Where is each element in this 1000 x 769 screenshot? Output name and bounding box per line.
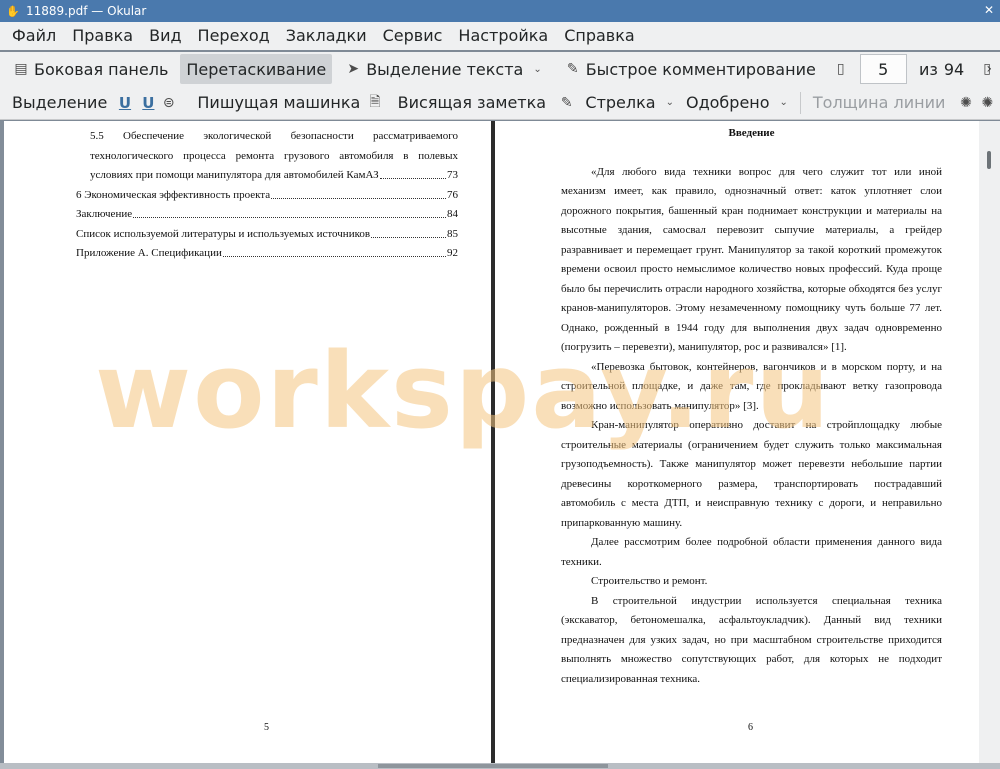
main-toolbar: ▤ Боковая панель Перетаскивание ➤ Выделе… bbox=[0, 52, 1000, 86]
quick-comment-label: Быстрое комментирование bbox=[585, 59, 816, 79]
document-view[interactable]: 5.5 Обеспечение экологической безопаснос… bbox=[0, 121, 1000, 769]
sidebar-icon: ▤ bbox=[14, 61, 28, 77]
line-width-label: Толщина линии bbox=[812, 93, 946, 112]
chevron-down-icon[interactable]: ⌄ bbox=[666, 97, 674, 108]
horizontal-scroll-indicator[interactable] bbox=[378, 764, 608, 768]
toc-entry: Список используемой литературы и использ… bbox=[76, 225, 458, 245]
drag-mode-label: Перетаскивание bbox=[186, 59, 327, 79]
drag-mode-button[interactable]: Перетаскивание bbox=[180, 54, 333, 84]
menu-view[interactable]: Вид bbox=[141, 22, 189, 50]
arrow-label: Стрелка bbox=[585, 93, 656, 112]
toc-entry: Приложение А. Спецификации 92 bbox=[76, 244, 458, 264]
sticky-note-button[interactable]: Висящая заметка bbox=[392, 88, 552, 118]
sticky-note-label: Висящая заметка bbox=[397, 93, 547, 112]
menu-go[interactable]: Переход bbox=[190, 22, 278, 50]
menu-bookmarks[interactable]: Закладки bbox=[278, 22, 375, 50]
page-6: Введение «Для любого вида техники вопрос… bbox=[495, 121, 979, 763]
okular-app-icon: ✋ bbox=[6, 4, 20, 18]
window-controls: ✕ bbox=[984, 3, 994, 17]
window-title: 11889.pdf — Okular bbox=[26, 4, 147, 18]
toc-leader bbox=[222, 244, 446, 257]
menu-settings[interactable]: Настройка bbox=[450, 22, 556, 50]
page-total: 94 bbox=[943, 59, 965, 79]
menu-file[interactable]: Файл bbox=[4, 22, 64, 50]
menu-bar: Файл Правка Вид Переход Закладки Сервис … bbox=[0, 22, 1000, 50]
chevron-right-icon[interactable]: › bbox=[986, 61, 992, 77]
sidebar-label: Боковая панель bbox=[34, 59, 169, 79]
highlight-label: Выделение bbox=[12, 93, 108, 112]
toc-entry: технологического процесса ремонта грузов… bbox=[90, 149, 458, 162]
text-select-label: Выделение текста bbox=[366, 59, 524, 79]
typewriter-label: Пишущая машинка bbox=[197, 93, 361, 112]
previous-page-icon[interactable]: ▯ bbox=[832, 60, 850, 78]
toc-entry: условиях при помощи манипулятора для авт… bbox=[76, 166, 458, 186]
paragraph: Строительство и ремонт. bbox=[591, 575, 708, 587]
color-palette-icon[interactable]: ✺ bbox=[957, 94, 974, 112]
text-select-button[interactable]: ➤ Выделение текста ⌄ bbox=[338, 54, 548, 84]
cursor-arrow-icon: ➤ bbox=[347, 61, 360, 77]
menu-help[interactable]: Справка bbox=[556, 22, 643, 50]
paragraph: «Перевозка бытовок, контейнеров, вагончи… bbox=[561, 360, 942, 412]
page-number-input[interactable]: 5 bbox=[859, 54, 907, 84]
stamp-label: Одобрено bbox=[685, 93, 770, 112]
close-window-icon[interactable]: ✕ bbox=[984, 3, 994, 17]
menu-tools[interactable]: Сервис bbox=[375, 22, 451, 50]
toolbar-separator bbox=[799, 91, 801, 114]
chevron-down-icon[interactable]: ⌄ bbox=[780, 97, 788, 108]
page-5: 5.5 Обеспечение экологической безопаснос… bbox=[4, 121, 491, 763]
note-icon[interactable]: 🗎 bbox=[366, 94, 383, 112]
line-width-button[interactable]: Толщина линии bbox=[807, 88, 952, 118]
toc-leader bbox=[271, 186, 446, 199]
paragraph: Далее рассмотрим более подробной области… bbox=[561, 536, 942, 568]
chevron-right-icon[interactable]: › bbox=[986, 95, 992, 111]
sidebar-button[interactable]: ▤ Боковая панель bbox=[6, 54, 174, 84]
toc-entry: Заключение 84 bbox=[76, 205, 458, 225]
section-heading: Введение bbox=[728, 127, 775, 139]
paragraph: В строительной индустрии используется сп… bbox=[561, 594, 942, 685]
page-number: 6 bbox=[748, 722, 753, 733]
toc-leader bbox=[133, 205, 446, 218]
paragraph: «Для любого вида техники вопрос для чего… bbox=[561, 165, 942, 354]
vertical-scrollbar[interactable] bbox=[979, 121, 1000, 763]
highlight-button[interactable]: Выделение bbox=[6, 88, 113, 118]
underline-icon[interactable]: U bbox=[117, 94, 132, 112]
toc-entry: 5.5 Обеспечение экологической безопаснос… bbox=[90, 130, 458, 142]
toc-entry: 6 Экономическая эффективность проекта 76 bbox=[76, 186, 458, 206]
page-content: Введение «Для любого вида техники вопрос… bbox=[561, 124, 942, 689]
stamp-button[interactable]: Одобрено ⌄ bbox=[680, 88, 794, 118]
quick-comment-button[interactable]: ✎ Быстрое комментирование bbox=[558, 54, 822, 84]
page-number: 5 bbox=[264, 722, 269, 733]
paragraph: Кран-манипулятор оперативно доставит на … bbox=[561, 419, 942, 529]
title-bar: ✋ 11889.pdf — Okular ✕ bbox=[0, 0, 1000, 22]
menu-edit[interactable]: Правка bbox=[64, 22, 141, 50]
squiggle-underline-icon[interactable]: U bbox=[141, 94, 156, 112]
table-of-contents: 5.5 Обеспечение экологической безопаснос… bbox=[76, 127, 458, 264]
arrow-button[interactable]: Стрелка ⌄ bbox=[579, 88, 680, 118]
toc-leader bbox=[379, 166, 446, 179]
toc-leader bbox=[371, 225, 446, 238]
pen-icon[interactable]: ✎ bbox=[558, 94, 575, 112]
bottom-edge bbox=[0, 763, 1000, 769]
pen-icon: ✎ bbox=[566, 61, 579, 77]
typewriter-button[interactable]: Пишущая машинка bbox=[191, 88, 366, 118]
strikeout-icon[interactable]: ⊜ bbox=[160, 94, 177, 112]
annotation-toolbar: Выделение U U ⊜ Пишущая машинка 🗎 Висяща… bbox=[0, 86, 1000, 120]
chevron-down-icon[interactable]: ⌄ bbox=[533, 64, 541, 75]
page-of-label: из bbox=[918, 59, 938, 79]
scrollbar-thumb[interactable] bbox=[987, 151, 991, 169]
